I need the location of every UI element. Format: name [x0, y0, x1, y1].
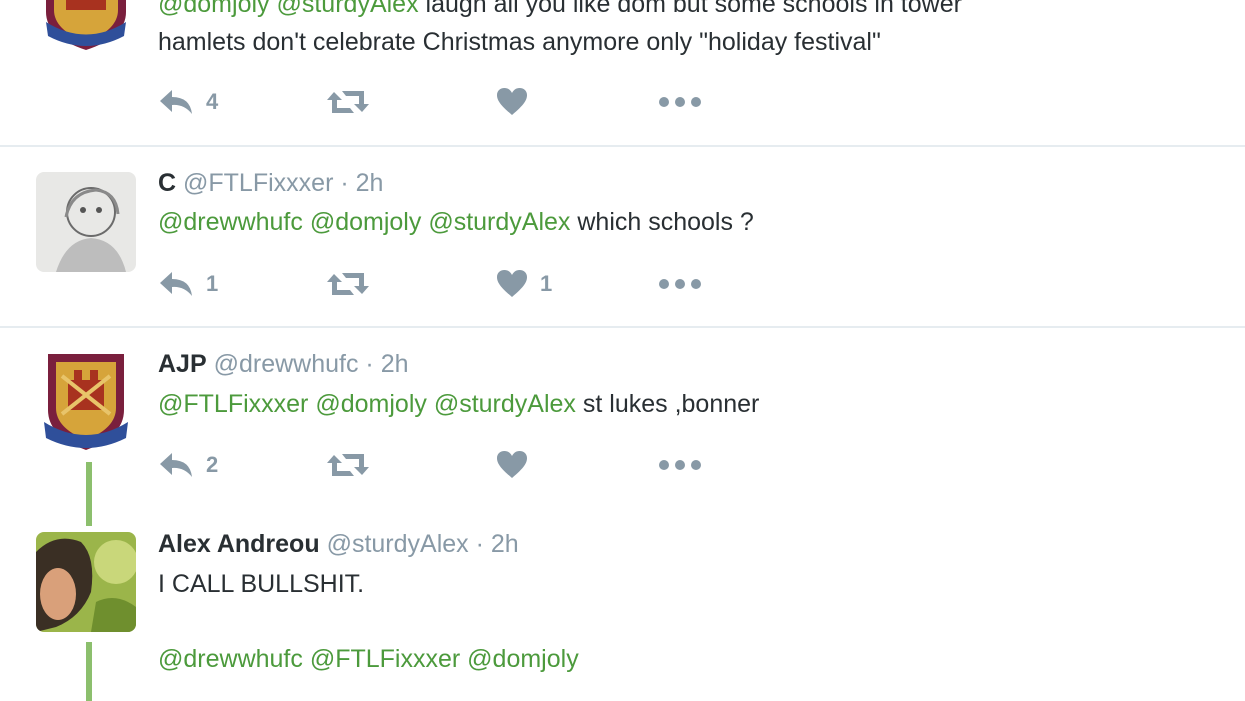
mention[interactable]: @sturdyAlex	[428, 208, 570, 236]
reply-button[interactable]: 2	[158, 445, 218, 485]
more-button[interactable]	[658, 445, 702, 485]
like-button[interactable]	[496, 82, 528, 122]
tweet-2[interactable]: AJP @drewwhufc · 2h @FTLFixxxer @domjoly…	[0, 328, 1245, 508]
reply-icon	[160, 272, 192, 296]
separator-dot: ·	[475, 530, 484, 558]
avatar[interactable]	[36, 172, 136, 272]
retweet-button[interactable]	[326, 82, 370, 122]
like-count: 1	[540, 271, 553, 296]
more-button[interactable]	[658, 82, 702, 122]
mention[interactable]: @domjoly	[315, 390, 427, 418]
mention[interactable]: @FTLFixxxer	[158, 390, 308, 418]
heart-icon	[497, 88, 527, 115]
tweet-header: AJP @drewwhufc · 2h	[158, 350, 409, 379]
mention[interactable]: @drewwhufc	[158, 208, 303, 236]
mention[interactable]: @FTLFixxxer	[310, 645, 460, 673]
photo-portrait-icon	[36, 532, 136, 632]
west-ham-crest-icon	[44, 354, 128, 450]
like-button[interactable]: 1	[496, 264, 552, 304]
retweet-button[interactable]	[326, 445, 370, 485]
like-button[interactable]	[496, 445, 528, 485]
tweet-0[interactable]: @domjoly @sturdyAlex laugh all you like …	[0, 0, 1245, 146]
tweet-actions: 2	[158, 445, 758, 485]
tweet-header: Alex Andreou @sturdyAlex · 2h	[158, 530, 519, 559]
mention[interactable]: @domjoly	[467, 645, 579, 673]
avatar[interactable]	[36, 0, 136, 52]
tweet-actions: 4	[158, 82, 758, 122]
tweet-text: laugh all you like dom but some schools …	[425, 0, 962, 18]
tweet-text: st lukes ,bonner	[582, 390, 760, 418]
reply-button[interactable]: 4	[158, 82, 218, 122]
heart-icon	[497, 451, 527, 478]
mention[interactable]: @sturdyAlex	[434, 390, 576, 418]
reply-icon	[160, 453, 192, 477]
separator-dot: ·	[340, 169, 349, 197]
tweet-header: C @FTLFixxxer · 2h	[158, 169, 383, 198]
reply-button[interactable]: 1	[158, 264, 218, 304]
mention[interactable]: @sturdyAlex	[276, 0, 418, 18]
tweet-text-line1: @domjoly @sturdyAlex laugh all you like …	[158, 0, 962, 19]
more-icon	[659, 279, 701, 289]
tweet-actions: 1 1	[158, 264, 758, 304]
tweet-3[interactable]: Alex Andreou @sturdyAlex · 2h I CALL BUL…	[0, 508, 1245, 701]
retweet-button[interactable]	[326, 264, 370, 304]
timestamp[interactable]: 2h	[491, 530, 519, 558]
avatar[interactable]	[36, 352, 136, 452]
display-name[interactable]: C	[158, 169, 176, 197]
tweet-text-line2: @drewwhufc @FTLFixxxer @domjoly	[158, 645, 579, 674]
separator-dot: ·	[365, 350, 374, 378]
tweet-text-line1: I CALL BULLSHIT.	[158, 570, 365, 598]
retweet-icon	[327, 454, 369, 476]
reply-icon	[160, 90, 192, 114]
reply-count: 4	[206, 89, 219, 114]
west-ham-crest-icon	[46, 0, 126, 50]
tweet-text-line2: hamlets don't celebrate Christmas anymor…	[158, 28, 881, 56]
sketch-portrait-icon	[36, 172, 136, 272]
display-name[interactable]: Alex Andreou	[158, 530, 320, 558]
reply-count: 2	[206, 452, 219, 477]
more-icon	[659, 460, 701, 470]
tweet-1[interactable]: C @FTLFixxxer · 2h @drewwhufc @domjoly @…	[0, 147, 1245, 327]
tweet-text-line1: @drewwhufc @domjoly @sturdyAlex which sc…	[158, 208, 754, 237]
tweet-text-line1: @FTLFixxxer @domjoly @sturdyAlex st luke…	[158, 390, 759, 419]
timestamp[interactable]: 2h	[356, 169, 384, 197]
more-button[interactable]	[658, 264, 702, 304]
tweet-text: which schools ?	[577, 208, 754, 236]
retweet-icon	[327, 91, 369, 113]
handle[interactable]: @FTLFixxxer	[183, 169, 333, 197]
mention[interactable]: @domjoly	[310, 208, 422, 236]
avatar[interactable]	[36, 532, 136, 632]
mention[interactable]: @drewwhufc	[158, 645, 303, 673]
heart-icon	[497, 270, 527, 297]
timestamp[interactable]: 2h	[381, 350, 409, 378]
more-icon	[659, 97, 701, 107]
retweet-icon	[327, 273, 369, 295]
display-name[interactable]: AJP	[158, 350, 207, 378]
mention[interactable]: @domjoly	[158, 0, 270, 18]
reply-count: 1	[206, 271, 219, 296]
handle[interactable]: @sturdyAlex	[327, 530, 469, 558]
handle[interactable]: @drewwhufc	[214, 350, 359, 378]
